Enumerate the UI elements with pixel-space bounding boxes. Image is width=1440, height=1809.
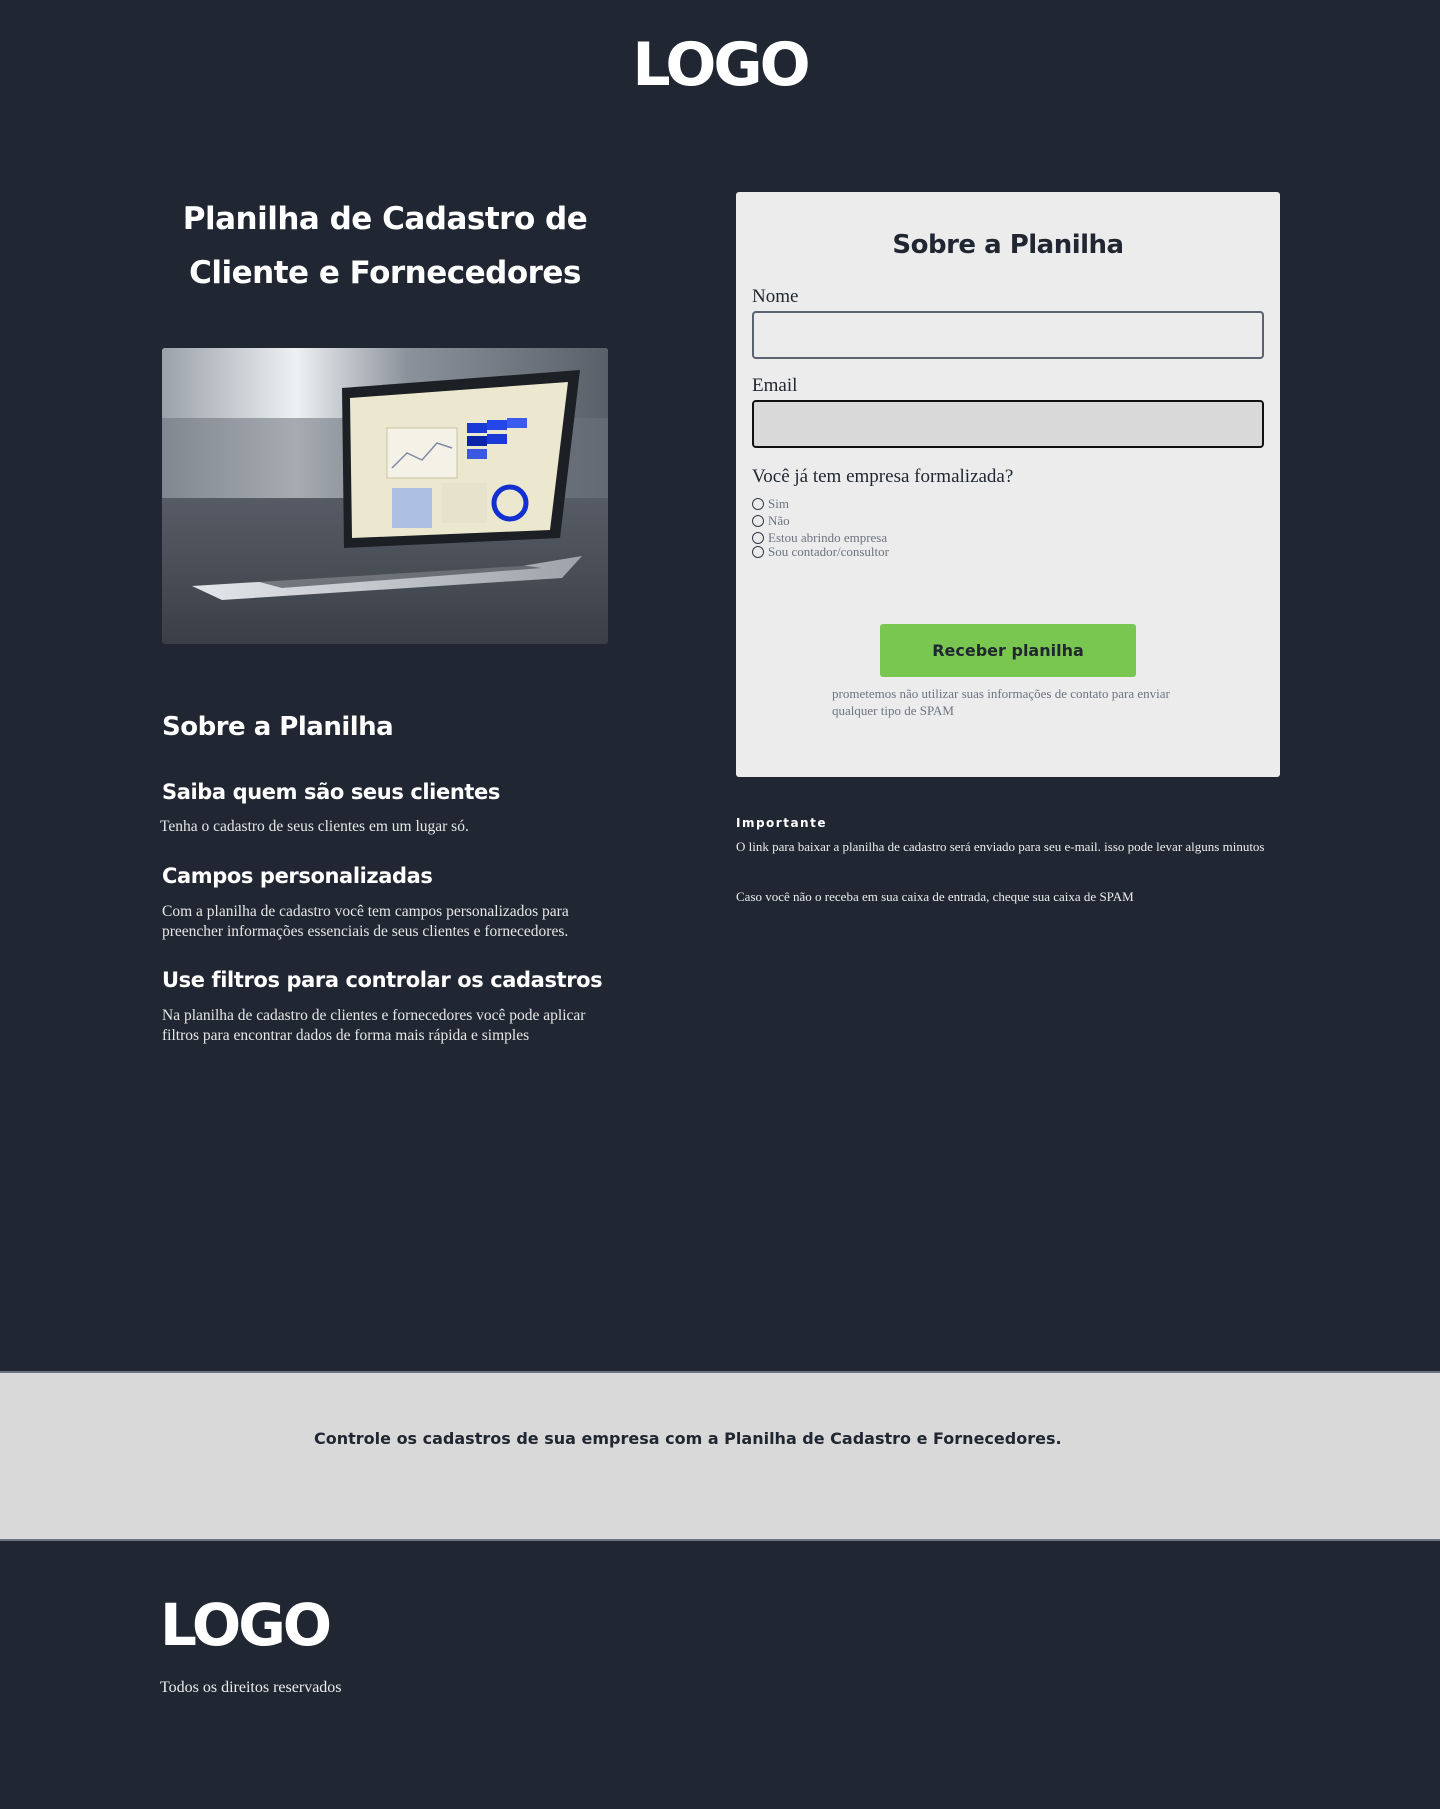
footer-logo[interactable]: LOGO — [160, 1590, 332, 1660]
form-heading: Sobre a Planilha — [892, 230, 1124, 260]
radio-option-label: Estou abrindo empresa — [768, 530, 888, 545]
about-heading: Sobre a Planilha — [162, 712, 394, 742]
radio-option-label: Sou contador/consultor — [768, 544, 889, 559]
signup-form-card: Sobre a Planilha Nome Email Você já tem … — [736, 192, 1280, 777]
feature-title-filters: Use filtros para controlar os cadastros — [162, 968, 603, 992]
feature-text-clients: Tenha o cadastro de seus clientes em um … — [160, 818, 469, 835]
important-text-link: O link para baixar a planilha de cadastr… — [736, 839, 1265, 854]
feature-text-filters: Na planilha de cadastro de clientes e fo… — [162, 1007, 586, 1044]
radio-option-label: Sim — [768, 496, 789, 511]
important-text-spam: Caso você não o receba em sua caixa de e… — [736, 889, 1134, 904]
name-label: Nome — [752, 286, 799, 307]
name-input[interactable] — [752, 311, 1264, 359]
header-logo[interactable]: LOGO — [0, 30, 1440, 100]
feature-title-custom-fields: Campos personalizadas — [162, 864, 433, 888]
receive-spreadsheet-button[interactable]: Receber planilha — [880, 624, 1136, 677]
radio-circle-icon[interactable] — [752, 498, 764, 510]
company-question: Você já tem empresa formalizada? — [752, 466, 1014, 487]
laptop-photo — [162, 348, 608, 644]
email-input[interactable] — [752, 400, 1264, 448]
radio-option-contador[interactable]: Sou contador/consultor — [752, 545, 889, 559]
radio-option-nao[interactable]: Não — [752, 514, 790, 528]
radio-option-sim[interactable]: Sim — [752, 497, 789, 511]
radio-circle-icon[interactable] — [752, 515, 764, 527]
radio-circle-icon[interactable] — [752, 532, 764, 544]
privacy-note: prometemos não utilizar suas informações… — [832, 686, 1170, 718]
hero-title: Planilha de Cadastro de Cliente e Fornec… — [182, 201, 588, 291]
footer-copyright: Todos os direitos reservados — [160, 1679, 342, 1696]
banner-text: Controle os cadastros de sua empresa com… — [314, 1429, 1062, 1448]
radio-circle-icon[interactable] — [752, 546, 764, 558]
feature-text-custom-fields: Com a planilha de cadastro você tem camp… — [162, 903, 569, 940]
radio-option-label: Não — [768, 513, 790, 528]
feature-title-clients: Saiba quem são seus clientes — [162, 780, 500, 804]
cta-banner: Controle os cadastros de sua empresa com… — [0, 1371, 1440, 1541]
hero-image — [162, 348, 608, 644]
email-label: Email — [752, 375, 798, 396]
radio-option-abrindo-empresa[interactable]: Estou abrindo empresa — [752, 531, 887, 545]
important-label: Importante — [736, 816, 827, 830]
